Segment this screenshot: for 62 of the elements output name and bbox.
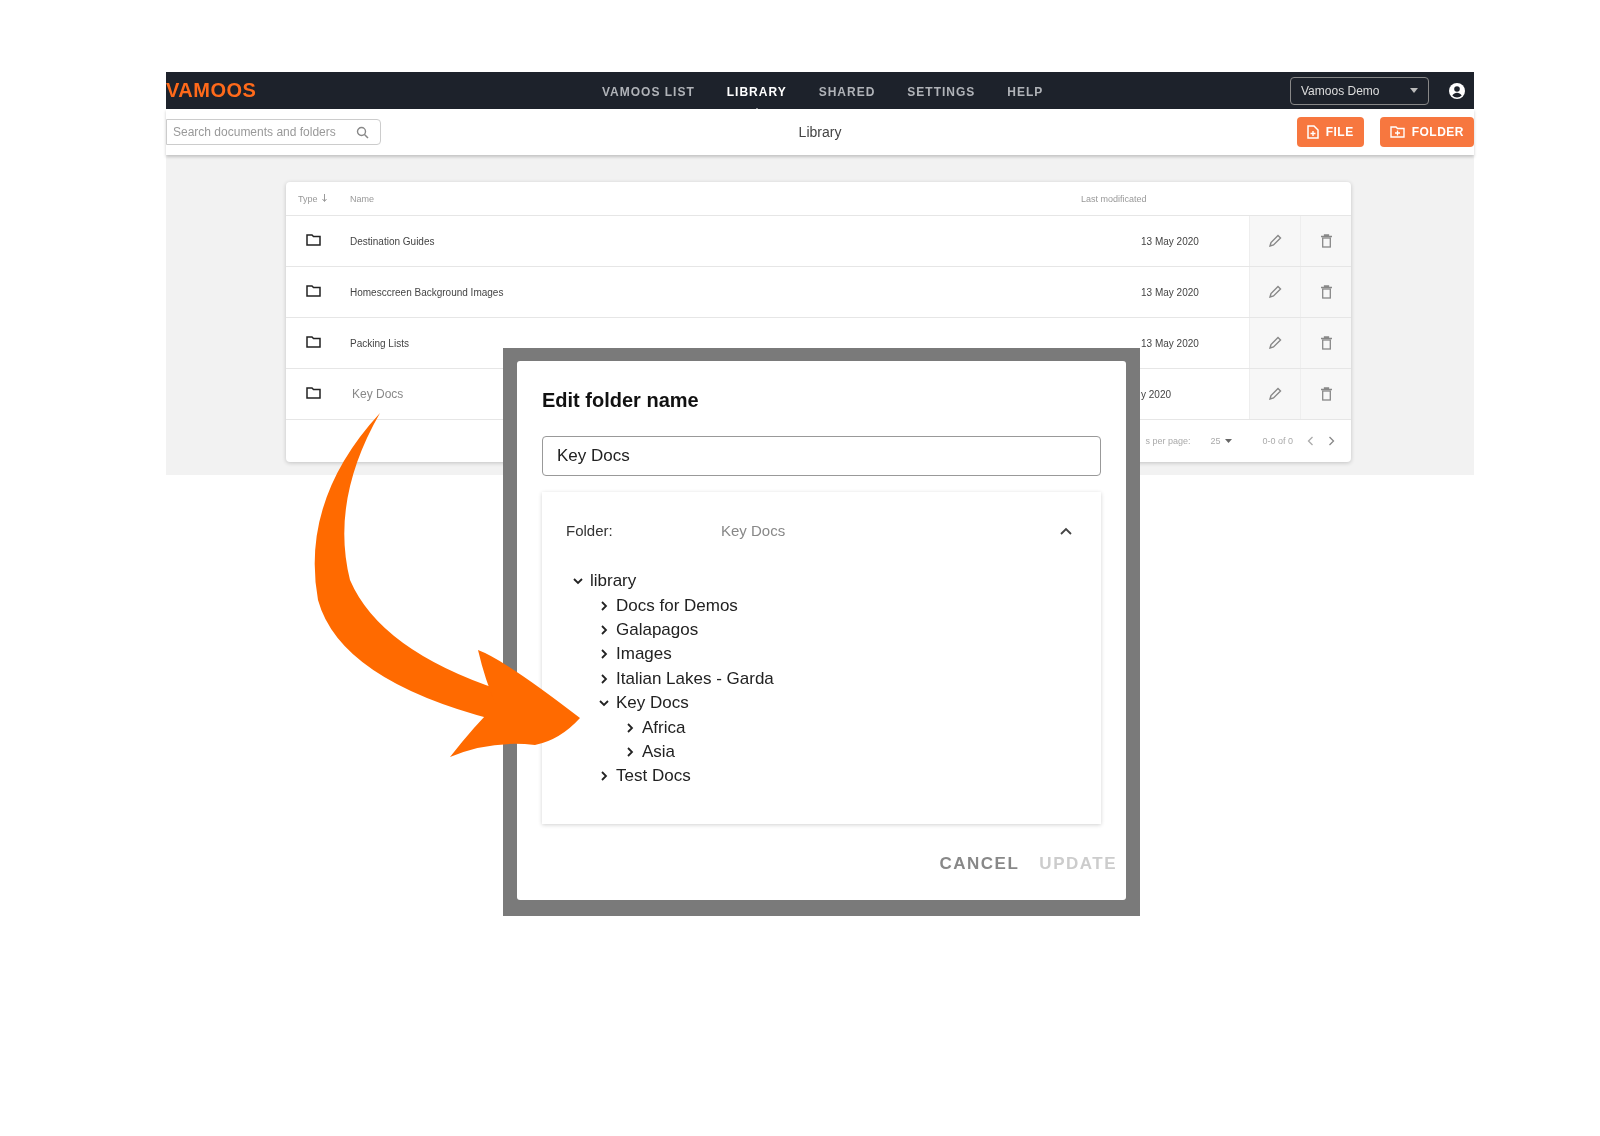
trash-icon[interactable]: [1320, 285, 1332, 299]
search-field[interactable]: Search documents and folders: [166, 119, 381, 145]
chevron-right-icon[interactable]: [624, 721, 636, 734]
tree-folder-item[interactable]: Galapagos: [616, 619, 699, 640]
folder-name[interactable]: Key Docs: [352, 387, 404, 401]
tree-folder-item[interactable]: Africa: [642, 717, 686, 738]
chevron-right-icon[interactable]: [598, 599, 610, 612]
chevron-right-icon[interactable]: [598, 648, 610, 661]
nav-tab[interactable]: SHARED: [818, 84, 876, 99]
chevron-right-icon[interactable]: [598, 623, 610, 636]
date-text: 13 May 2020: [1141, 286, 1199, 298]
nav-tab[interactable]: VAMOOS LIST: [602, 84, 695, 99]
trash-icon[interactable]: [1320, 234, 1332, 248]
selected-folder-text: Key Docs: [721, 522, 787, 539]
search-icon: [356, 126, 369, 139]
caret-icon: [1225, 439, 1233, 443]
folder-name[interactable]: Destination Guides: [350, 235, 435, 247]
logo[interactable]: VAMOOS: [166, 79, 257, 102]
tree-folder-item[interactable]: library: [590, 571, 637, 592]
sort-arrow-icon[interactable]: [321, 193, 327, 202]
tree-folder-item[interactable]: Key Docs: [616, 693, 689, 714]
edit-pencil-icon[interactable]: [1268, 336, 1282, 350]
folder-icon: [306, 234, 321, 246]
nav-tab[interactable]: LIBRARY: [726, 84, 787, 99]
folder-label: Folder:: [566, 522, 614, 539]
folder-name-input[interactable]: Key Docs: [542, 436, 1101, 476]
caret-icon: [1410, 88, 1418, 93]
page-range-text: 0-0 of 0: [1262, 436, 1293, 446]
chevron-right-icon[interactable]: [624, 745, 636, 758]
file-plus-icon: [1306, 125, 1319, 139]
user-avatar-icon[interactable]: [1449, 82, 1465, 99]
trash-icon[interactable]: [1320, 336, 1332, 350]
folder-name[interactable]: Packing Lists: [350, 337, 409, 349]
page-title: Library: [798, 124, 842, 140]
folder-icon: [306, 285, 321, 297]
edit-pencil-icon[interactable]: [1268, 387, 1282, 401]
trash-icon[interactable]: [1320, 387, 1332, 401]
tree-folder-item[interactable]: Italian Lakes - Garda: [616, 668, 774, 689]
chevron-right-icon[interactable]: [598, 672, 610, 685]
folder-name[interactable]: Homesccreen Background Images: [350, 286, 504, 298]
nav-tab[interactable]: SETTINGS: [907, 84, 976, 99]
tree-folder-item[interactable]: Test Docs: [616, 766, 691, 787]
nav-tab[interactable]: HELP: [1007, 84, 1044, 99]
chevron-right-icon[interactable]: [598, 770, 610, 783]
folder-icon: [306, 387, 321, 399]
cancel-button[interactable]: CANCEL: [939, 854, 1020, 874]
date-text: y 2020: [1141, 388, 1172, 400]
date-text: 13 May 2020: [1141, 337, 1199, 349]
edit-pencil-icon[interactable]: [1268, 234, 1282, 248]
next-page-icon[interactable]: [1328, 436, 1335, 446]
tree-folder-item[interactable]: Asia: [642, 741, 676, 762]
rows-per-page-label: s per page:: [1145, 436, 1191, 446]
tree-folder-item[interactable]: Images: [616, 644, 672, 665]
account-dropdown[interactable]: Vamoos Demo: [1290, 76, 1429, 105]
edit-pencil-icon[interactable]: [1268, 285, 1282, 299]
column-header: Last modificated: [1081, 193, 1147, 204]
chevron-up-icon[interactable]: [1060, 526, 1072, 535]
date-text: 13 May 2020: [1141, 235, 1199, 247]
tree-folder-item[interactable]: Docs for Demos: [616, 595, 738, 616]
folder-icon: [306, 336, 321, 348]
dialog-title: Edit folder name: [542, 388, 700, 412]
folder-plus-icon: [1389, 126, 1405, 138]
